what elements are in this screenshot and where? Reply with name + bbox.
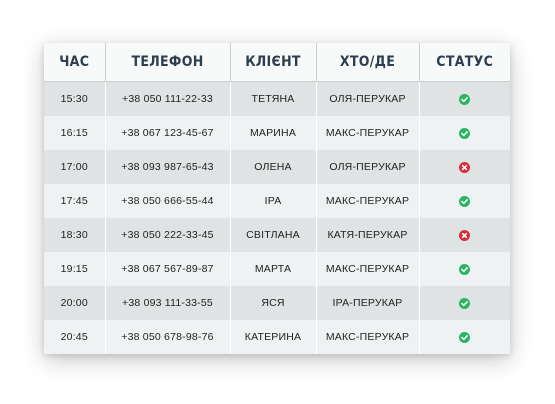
- table-row[interactable]: 15:30 +38 050 111-22-33 ТЕТЯНА ОЛЯ-ПЕРУКАР: [44, 81, 510, 116]
- table-row[interactable]: 17:00 +38 093 987-65-43 ОЛЕНА ОЛЯ-ПЕРУКАР: [44, 150, 510, 184]
- cell-time: 19:15: [44, 252, 105, 286]
- cell-time: 15:30: [44, 81, 105, 116]
- cell-time: 17:00: [44, 150, 105, 184]
- cell-phone: +38 067 123-45-67: [104, 116, 230, 150]
- table-header: ЧАС ТЕЛЕФОН КЛІЄНТ ХТО/ДЕ СТАТУС: [44, 43, 510, 82]
- cell-who: ІРА-ПЕРУКАР: [315, 286, 419, 320]
- appointments-card: ЧАС ТЕЛЕФОН КЛІЄНТ ХТО/ДЕ СТАТУС 15:30 +3…: [44, 43, 510, 354]
- cell-who: МАКС-ПЕРУКАР: [315, 116, 419, 150]
- cell-client: МАРТА: [229, 252, 316, 286]
- table-row[interactable]: 18:30 +38 050 222-33-45 СВІТЛАНА КАТЯ-ПЕРУК…: [44, 218, 510, 252]
- cell-time: 18:30: [44, 218, 105, 252]
- cell-status: [418, 116, 510, 150]
- cell-phone: +38 050 222-33-45: [104, 218, 230, 252]
- cell-who: ОЛЯ-ПЕРУКАР: [315, 81, 419, 116]
- check-circle-icon[interactable]: [459, 263, 471, 275]
- x-circle-icon[interactable]: [459, 229, 471, 241]
- cell-client: ОЛЕНА: [229, 150, 316, 184]
- cell-status: [418, 81, 510, 116]
- check-circle-icon[interactable]: [459, 93, 471, 105]
- cell-time: 20:45: [44, 320, 105, 354]
- cell-status: [418, 252, 510, 286]
- cell-status: [418, 320, 510, 354]
- check-circle-icon[interactable]: [459, 195, 471, 207]
- column-header-who[interactable]: ХТО/ДЕ: [315, 43, 419, 82]
- table-row[interactable]: 17:45 +38 050 666-55-44 ІРА МАКС-ПЕРУКАР: [44, 184, 510, 218]
- table-row[interactable]: 16:15 +38 067 123-45-67 МАРИНА МАКС-ПЕРУКАР: [44, 116, 510, 150]
- cell-status: [418, 150, 510, 184]
- cell-phone: +38 050 678-98-76: [104, 320, 230, 354]
- column-header-status[interactable]: СТАТУС: [418, 43, 510, 82]
- table-row[interactable]: 19:15 +38 067 567-89-87 МАРТА МАКС-ПЕРУКАР: [44, 252, 510, 286]
- cell-status: [418, 286, 510, 320]
- cell-time: 20:00: [44, 286, 105, 320]
- cell-time: 17:45: [44, 184, 105, 218]
- cell-client: ЯСЯ: [229, 286, 316, 320]
- cell-who: МАКС-ПЕРУКАР: [315, 252, 419, 286]
- x-circle-icon[interactable]: [459, 161, 471, 173]
- cell-who: КАТЯ-ПЕРУКАР: [315, 218, 419, 252]
- cell-phone: +38 050 666-55-44: [104, 184, 230, 218]
- cell-status: [418, 218, 510, 252]
- cell-phone: +38 093 111-33-55: [104, 286, 230, 320]
- check-circle-icon[interactable]: [459, 331, 471, 343]
- column-header-time[interactable]: ЧАС: [44, 43, 105, 82]
- cell-client: СВІТЛАНА: [229, 218, 316, 252]
- cell-phone: +38 067 567-89-87: [104, 252, 230, 286]
- check-circle-icon[interactable]: [459, 127, 471, 139]
- cell-who: МАКС-ПЕРУКАР: [315, 320, 419, 354]
- cell-phone: +38 050 111-22-33: [104, 81, 230, 116]
- cell-who: ОЛЯ-ПЕРУКАР: [315, 150, 419, 184]
- table-body: 15:30 +38 050 111-22-33 ТЕТЯНА ОЛЯ-ПЕРУКАР 1…: [44, 81, 510, 354]
- cell-who: МАКС-ПЕРУКАР: [315, 184, 419, 218]
- appointments-table: ЧАС ТЕЛЕФОН КЛІЄНТ ХТО/ДЕ СТАТУС 15:30 +3…: [44, 43, 510, 354]
- cell-time: 16:15: [44, 116, 105, 150]
- column-header-phone[interactable]: ТЕЛЕФОН: [104, 43, 230, 82]
- check-circle-icon[interactable]: [459, 297, 471, 309]
- cell-client: ІРА: [229, 184, 316, 218]
- table-row[interactable]: 20:45 +38 050 678-98-76 КАТЕРИНА МАКС-ПЕРУК…: [44, 320, 510, 354]
- cell-client: КАТЕРИНА: [229, 320, 316, 354]
- cell-client: МАРИНА: [229, 116, 316, 150]
- cell-phone: +38 093 987-65-43: [104, 150, 230, 184]
- table-row[interactable]: 20:00 +38 093 111-33-55 ЯСЯ ІРА-ПЕРУКАР: [44, 286, 510, 320]
- cell-client: ТЕТЯНА: [229, 81, 316, 116]
- cell-status: [418, 184, 510, 218]
- column-header-client[interactable]: КЛІЄНТ: [229, 43, 316, 82]
